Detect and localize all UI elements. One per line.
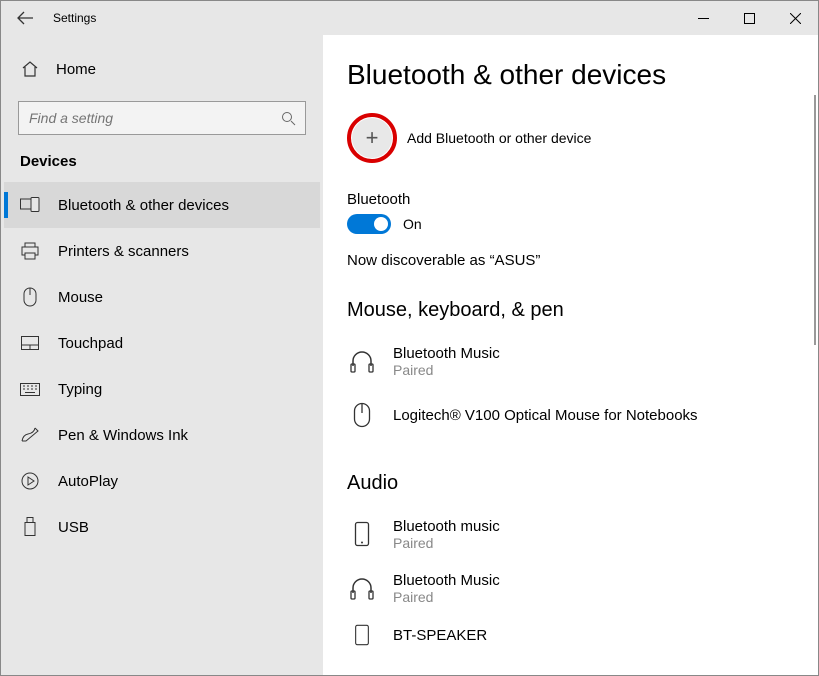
discoverable-text: Now discoverable as “ASUS” [347,252,798,269]
scrollbar[interactable] [814,95,816,345]
device-item[interactable]: BT-SPEAKER [347,615,798,655]
nav-mouse[interactable]: Mouse [4,274,320,320]
plus-icon: + [352,118,392,158]
mouse-icon [347,402,377,428]
nav-label: Touchpad [58,335,123,352]
add-device-label: Add Bluetooth or other device [407,130,591,146]
add-device-button[interactable]: + Add Bluetooth or other device [347,113,798,163]
section-heading-audio: Audio [347,472,798,495]
titlebar: Settings [1,1,818,35]
nav-label: Bluetooth & other devices [58,197,229,214]
nav-printers[interactable]: Printers & scanners [4,228,320,274]
autoplay-icon [20,472,40,490]
device-status: Paired [393,589,500,605]
close-icon [790,13,801,24]
device-item[interactable]: Logitech® V100 Optical Mouse for Noteboo… [347,388,798,442]
nav-label: Mouse [58,289,103,306]
nav-pen[interactable]: Pen & Windows Ink [4,412,320,458]
bluetooth-state: On [403,216,422,232]
nav-label: Typing [58,381,102,398]
device-name: Logitech® V100 Optical Mouse for Noteboo… [393,407,698,424]
device-status: Paired [393,362,500,378]
nav-touchpad[interactable]: Touchpad [4,320,320,366]
nav-label: AutoPlay [58,473,118,490]
section-heading-mouse: Mouse, keyboard, & pen [347,299,798,322]
maximize-icon [744,13,755,24]
device-item[interactable]: Bluetooth Music Paired [347,334,798,388]
device-name: Bluetooth music [393,518,500,535]
search-box[interactable] [18,101,306,135]
touchpad-icon [20,336,40,350]
page-title: Bluetooth & other devices [347,59,798,91]
nav-label: Printers & scanners [58,243,189,260]
bluetooth-label: Bluetooth [347,191,798,208]
back-button[interactable] [15,1,35,35]
nav-label: USB [58,519,89,536]
nav-typing[interactable]: Typing [4,366,320,412]
headphones-icon [347,348,377,374]
home-link[interactable]: Home [4,49,320,89]
device-name: Bluetooth Music [393,572,500,589]
search-input[interactable] [19,110,271,126]
nav-bluetooth[interactable]: Bluetooth & other devices [4,182,320,228]
device-status: Paired [393,535,500,551]
sidebar-section-header: Devices [4,153,320,182]
minimize-button[interactable] [680,1,726,35]
annotation-highlight: + [347,113,397,163]
device-item[interactable]: Bluetooth music Paired [347,507,798,561]
device-name: BT-SPEAKER [393,627,487,644]
devices-icon [20,197,40,213]
usb-icon [20,517,40,537]
nav-label: Pen & Windows Ink [58,427,188,444]
device-name: Bluetooth Music [393,345,500,362]
mouse-icon [20,287,40,307]
device-item[interactable]: Bluetooth Music Paired [347,561,798,615]
phone-icon [347,521,377,547]
sidebar: Home Devices Bluetooth & other devices P… [1,35,323,675]
nav-usb[interactable]: USB [4,504,320,550]
close-button[interactable] [772,1,818,35]
main-panel: Bluetooth & other devices + Add Bluetoot… [323,35,818,675]
window-title: Settings [53,11,96,25]
speaker-icon [347,624,377,646]
headphones-icon [347,575,377,601]
maximize-button[interactable] [726,1,772,35]
nav-autoplay[interactable]: AutoPlay [4,458,320,504]
bluetooth-toggle[interactable] [347,214,391,234]
printer-icon [20,242,40,260]
pen-icon [20,427,40,443]
arrow-left-icon [16,9,34,27]
home-label: Home [56,61,96,78]
keyboard-icon [20,383,40,396]
minimize-icon [698,13,709,24]
search-icon [271,111,305,126]
home-icon [20,60,40,78]
